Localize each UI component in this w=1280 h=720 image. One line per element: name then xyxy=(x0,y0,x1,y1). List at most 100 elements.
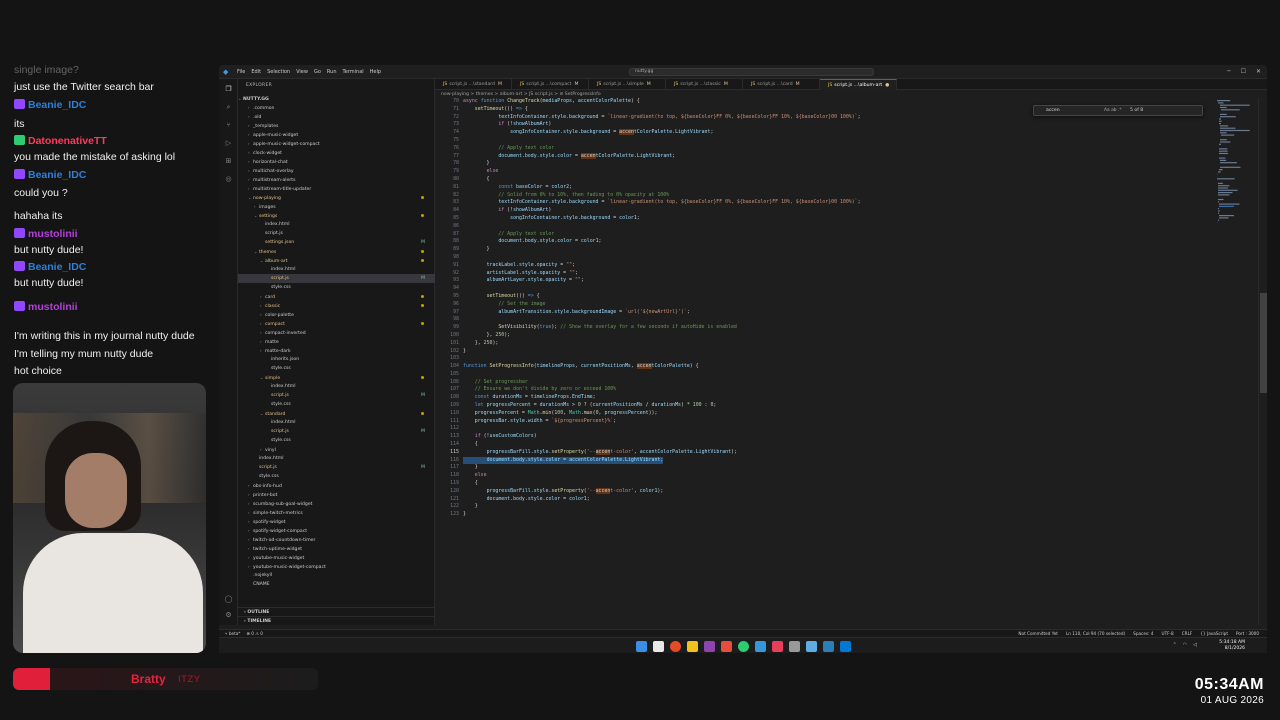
tree-file[interactable]: script.js M xyxy=(238,463,435,472)
line-text[interactable]: if (!useCustomColors) xyxy=(463,433,537,441)
explorer-icon[interactable]: ❐ xyxy=(224,85,233,94)
find-options[interactable]: Aa ab .* xyxy=(1104,108,1122,113)
line-text[interactable]: artistLabel.style.opacity = ""; xyxy=(463,270,578,278)
tree-file[interactable]: script.js M xyxy=(238,427,435,436)
code-lines[interactable]: 70 async function ChangeTrack(mediaProps,… xyxy=(435,98,1215,519)
line-text[interactable]: songInfoContainer.style.background = acc… xyxy=(463,129,713,137)
tree-file[interactable]: script.js M xyxy=(238,391,435,400)
tree-folder[interactable]: › obs-info-hud xyxy=(238,481,435,490)
code-line[interactable]: 108 const durationMs = timelineProps.End… xyxy=(435,394,1215,402)
minimap[interactable] xyxy=(1215,98,1255,228)
obs-icon[interactable] xyxy=(704,641,715,652)
code-line[interactable]: 86 xyxy=(435,223,1215,231)
tree-folder[interactable]: › apple-music-widget xyxy=(238,130,435,139)
line-text[interactable]: { xyxy=(463,176,490,184)
code-line[interactable]: 89 } xyxy=(435,246,1215,254)
status-item[interactable]: UTF-8 xyxy=(1162,630,1174,637)
tree-folder[interactable]: › card xyxy=(238,292,435,301)
menu-item[interactable]: Selection xyxy=(267,69,290,75)
code-line[interactable]: 99 SetVisibility(true); // Show the over… xyxy=(435,324,1215,332)
store-icon[interactable] xyxy=(755,641,766,652)
line-text[interactable]: document.body.style.color = color1; xyxy=(463,238,601,246)
menu-item[interactable]: View xyxy=(296,69,308,75)
line-text[interactable]: albumArtLayer.style.opacity = ""; xyxy=(463,277,584,285)
code-line[interactable]: 84 if (!showAlbumArt) xyxy=(435,207,1215,215)
tree-folder[interactable]: ⌄ standard xyxy=(238,409,435,418)
code-line[interactable]: 93 albumArtLayer.style.opacity = ""; xyxy=(435,277,1215,285)
folder-icon[interactable] xyxy=(687,641,698,652)
line-text[interactable]: // Solid from 0% to 10%, then fading to … xyxy=(463,192,669,200)
tree-folder[interactable]: › .common xyxy=(238,103,435,112)
code-line[interactable]: 73 if (!showAlbumArt) xyxy=(435,121,1215,129)
line-text[interactable]: } xyxy=(463,246,490,254)
code-line[interactable]: 78 } xyxy=(435,160,1215,168)
code-line[interactable]: 113 if (!useCustomColors) xyxy=(435,433,1215,441)
code-line[interactable]: 77 document.body.style.color = accentCol… xyxy=(435,152,1215,161)
code-line[interactable]: 95 setTimeout(() => { xyxy=(435,293,1215,301)
vscode-taskbar-icon[interactable] xyxy=(840,641,851,652)
tree-folder[interactable]: › spotify-widget-compact xyxy=(238,526,435,535)
code-line[interactable]: 97 albumArtTransition.style.backgroundIm… xyxy=(435,309,1215,317)
line-text[interactable]: let progressPercent = durationMs > 0 ? (… xyxy=(463,402,717,410)
code-line[interactable]: 118 else xyxy=(435,472,1215,480)
line-text[interactable]: progressBar.style.width = `${progressPer… xyxy=(463,418,616,426)
chat-username[interactable]: mustolinii xyxy=(28,228,78,240)
status-item[interactable]: Ln 110, Col 94 (70 selected) xyxy=(1066,630,1125,637)
tree-file[interactable]: style.css xyxy=(238,283,435,292)
editor-tab[interactable]: JS script.js ...\classic M xyxy=(666,79,743,90)
line-text[interactable]: trackLabel.style.opacity = ""; xyxy=(463,262,575,270)
line-text[interactable]: // Apply text color xyxy=(463,231,554,239)
code-line[interactable]: 75 xyxy=(435,137,1215,145)
breadcrumb[interactable]: now-playing > themes > album-art > JS sc… xyxy=(441,92,601,97)
menu-item[interactable]: Go xyxy=(314,69,321,75)
outline-section[interactable]: › OUTLINE xyxy=(238,607,434,616)
line-text[interactable]: } xyxy=(463,503,478,511)
line-text[interactable]: // Set progressbar xyxy=(463,379,528,387)
tree-file[interactable]: .nojekyll xyxy=(238,571,435,580)
tree-folder[interactable]: › clock-widget xyxy=(238,148,435,157)
editor-tab[interactable]: JS script.js ...\compact M xyxy=(512,79,589,90)
tree-folder[interactable]: ⌄ now-playing xyxy=(238,193,435,202)
code-line[interactable]: 76 // Apply text color xyxy=(435,145,1215,153)
chevron-up-icon[interactable]: ⌃ xyxy=(1173,642,1177,648)
code-line[interactable]: 104 function SetProgressInfo(timelineProp… xyxy=(435,363,1215,371)
line-text[interactable]: { xyxy=(463,441,478,449)
account-icon[interactable]: ◯ xyxy=(224,595,233,604)
line-text[interactable]: progressBarFill.style.setProperty('--acc… xyxy=(463,487,663,496)
command-center[interactable]: nutty.gg xyxy=(629,68,874,76)
line-text[interactable]: textInfoContainer.style.background = `li… xyxy=(463,114,860,122)
tree-folder[interactable]: › vinyl xyxy=(238,445,435,454)
music-icon[interactable] xyxy=(772,641,783,652)
tree-folder[interactable]: › apple-music-widget-compact xyxy=(238,139,435,148)
status-item[interactable]: Not Committed Yet xyxy=(1018,630,1058,637)
tree-file[interactable]: CNAME xyxy=(238,580,435,589)
line-text[interactable]: if (!showAlbumArt) xyxy=(463,207,551,215)
tree-folder[interactable]: ⌄ settings xyxy=(238,211,435,220)
tree-folder[interactable]: › matte xyxy=(238,337,435,346)
menu-item[interactable]: Edit xyxy=(251,69,261,75)
status-item[interactable]: Spaces: 4 xyxy=(1133,630,1153,637)
code-line[interactable]: 115 progressBarFill.style.setProperty('-… xyxy=(435,448,1215,457)
maximize-icon[interactable]: ☐ xyxy=(1241,68,1246,75)
line-text[interactable]: document.body.style.color = accentColorP… xyxy=(463,152,675,161)
line-text[interactable]: const durationMs = timelineProps.EndTime… xyxy=(463,394,596,402)
tree-folder[interactable]: ⌄ themes xyxy=(238,247,435,256)
line-text[interactable]: document.body.style.color = color1; xyxy=(463,496,590,504)
tree-file[interactable]: settings.json M xyxy=(238,238,435,247)
code-line[interactable]: 112 xyxy=(435,425,1215,433)
tree-folder[interactable]: › spotify-widget xyxy=(238,517,435,526)
tree-folder[interactable]: › multistream-title-updater xyxy=(238,184,435,193)
tree-folder[interactable]: › .old xyxy=(238,112,435,121)
code-editor[interactable]: 70 async function ChangeTrack(mediaProps,… xyxy=(435,98,1215,625)
tree-folder[interactable]: › printer-bot xyxy=(238,490,435,499)
tree-folder[interactable]: ⌄ simple xyxy=(238,373,435,382)
tree-folder[interactable]: › classic xyxy=(238,301,435,310)
spotify-icon[interactable] xyxy=(738,641,749,652)
remote-icon[interactable]: ◎ xyxy=(224,175,233,184)
editor-scrollbar[interactable] xyxy=(1258,98,1267,625)
line-text[interactable]: async function ChangeTrack(mediaProps, a… xyxy=(463,98,640,106)
tree-file[interactable]: index.html xyxy=(238,454,435,463)
chat-username[interactable]: Beanie_IDC xyxy=(28,99,86,111)
code-line[interactable]: 119 { xyxy=(435,480,1215,488)
tree-file[interactable]: script.js xyxy=(238,229,435,238)
